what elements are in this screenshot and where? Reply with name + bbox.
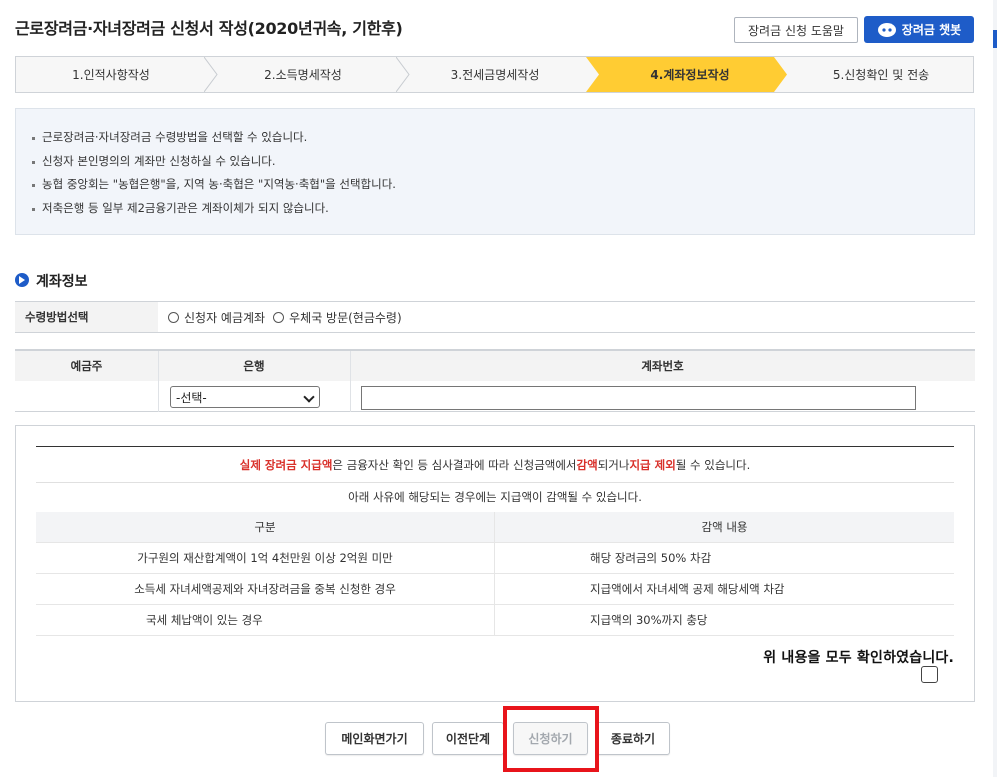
radio-circle-icon[interactable] [273, 311, 285, 323]
confirm-checkbox[interactable] [921, 666, 938, 683]
previous-step-button[interactable]: 이전단계 [432, 722, 504, 755]
chevron-down-icon [303, 391, 315, 403]
table-header-row: 구분 감액 내용 [36, 512, 954, 543]
step-5: 5.신청확인 및 전송 [832, 68, 930, 82]
radio-deposit-account[interactable]: 신청자 예금계좌 [168, 309, 265, 326]
step-1: 1.인적사항작성 [72, 68, 150, 82]
column-header-holder: 예금주 [70, 359, 103, 373]
table-row: 소득세 자녀세액공제와 자녀장려금을 중복 신청한 경우 지급액에서 자녀세액 … [36, 574, 954, 605]
section-title: 계좌정보 [36, 274, 88, 290]
receive-method-options: 신청자 예금계좌 우체국 방문(현금수령) [168, 302, 410, 332]
chatbot-button[interactable]: 장려금 챗봇 [864, 16, 974, 43]
radio-circle-icon[interactable] [168, 311, 179, 323]
confirm-text: 위 내용을 모두 확인하였습니다. [763, 650, 954, 666]
step-3: 3.전세금명세작성 [450, 68, 540, 82]
chatbot-icon [877, 22, 896, 37]
highlight-box [503, 706, 599, 772]
main-page-button[interactable]: 메인화면가기 [325, 722, 424, 755]
table-row: 가구원의 재산합계액이 1억 4천만원 이상 2억원 미만 해당 장려금의 50… [36, 543, 954, 574]
page-title: 근로장려금·자녀장려금 신청서 작성(2020년귀속, 기한후) [15, 19, 403, 38]
bank-select[interactable]: -선택- [170, 386, 320, 408]
section-arrow-icon [15, 273, 29, 287]
side-panel-edge [993, 0, 997, 777]
notice-warning-line: 실제 장려금 지급액 은 금융자산 확인 등 심사결과에 따라 신청금액에서 감액… [36, 446, 954, 483]
column-header-account-number: 계좌번호 [641, 359, 684, 373]
info-item: 저축은행 등 일부 제2금융기관은 계좌이체가 되지 않습니다. [32, 197, 974, 221]
step-2: 2.소득명세작성 [264, 68, 342, 82]
info-item: 신청자 본인명의의 계좌만 신청하실 수 있습니다. [32, 150, 974, 174]
notice-box: 실제 장려금 지급액 은 금융자산 확인 등 심사결과에 따라 신청금액에서 감액… [15, 425, 975, 702]
info-item: 농협 중앙회는 "농협은행"을, 지역 농·축협은 "지역농·축협"을 선택합니… [32, 173, 974, 197]
step-progress-bar: 1.인적사항작성 2.소득명세작성 3.전세금명세작성 4.계좌정보작성 5.신… [15, 56, 974, 93]
account-number-input[interactable] [361, 386, 916, 410]
help-button[interactable]: 장려금 신청 도움말 [734, 17, 858, 43]
column-header-bank: 은행 [243, 359, 265, 373]
info-item: 근로장려금·자녀장려금 수령방법을 선택할 수 있습니다. [32, 126, 974, 150]
notice-subtext: 아래 사유에 해당되는 경우에는 지급액이 감액될 수 있습니다. [348, 490, 642, 504]
step-4-label: 4.계좌정보작성 [650, 68, 730, 82]
info-box: 근로장려금·자녀장려금 수령방법을 선택할 수 있습니다. 신청자 본인명의의 … [15, 108, 975, 235]
exit-button[interactable]: 종료하기 [596, 722, 670, 755]
radio-post-office[interactable]: 우체국 방문(현금수령) [273, 309, 402, 326]
account-table: 예금주 은행 계좌번호 -선택- [15, 349, 975, 412]
receive-method-row: 수령방법선택 신청자 예금계좌 우체국 방문(현금수령) [15, 301, 975, 333]
receive-method-label: 수령방법선택 [15, 302, 158, 332]
chatbot-label: 장려금 챗봇 [901, 23, 962, 37]
table-row: 국세 체납액이 있는 경우 지급액의 30%까지 충당 [36, 605, 954, 636]
